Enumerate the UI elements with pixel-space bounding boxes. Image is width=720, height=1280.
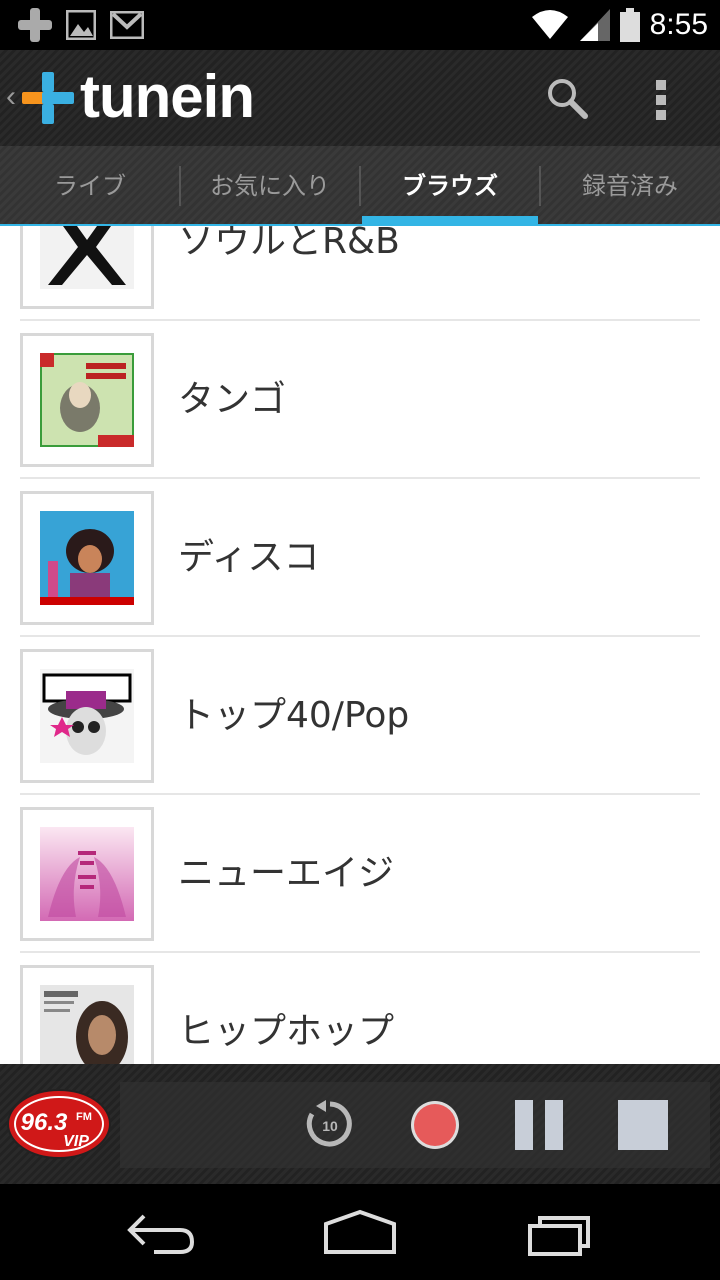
overflow-menu-icon[interactable] bbox=[650, 78, 674, 122]
disco-diva-art bbox=[40, 511, 134, 605]
pause-button[interactable] bbox=[515, 1100, 563, 1150]
status-bar: 8:55 bbox=[0, 0, 720, 50]
list-item[interactable]: ディスコ bbox=[20, 479, 700, 637]
search-icon[interactable] bbox=[545, 76, 589, 120]
back-icon[interactable] bbox=[124, 1206, 196, 1258]
tab-browse[interactable]: ブラウズ bbox=[360, 146, 540, 224]
station-logo[interactable]: 96.3 FM VIP bbox=[6, 1088, 112, 1160]
list-item[interactable]: ヒップホップ bbox=[20, 953, 700, 1064]
genre-list: ソウルとR&B タンゴ ディスコ トップ40/Pop ニューエイジ ヒップホップ bbox=[0, 226, 720, 1064]
notification-icon bbox=[18, 8, 52, 42]
station-frequency: 96.3 bbox=[21, 1109, 68, 1136]
station-band: FM bbox=[76, 1111, 92, 1123]
tab-recordings[interactable]: 録音済み bbox=[540, 146, 720, 224]
tab-live[interactable]: ライブ bbox=[0, 146, 180, 224]
album-thumbnail bbox=[20, 807, 154, 941]
genre-label: ソウルとR&B bbox=[178, 226, 400, 262]
genre-label: ディスコ bbox=[178, 537, 320, 578]
wifi-icon bbox=[531, 10, 568, 39]
signal-icon bbox=[579, 9, 610, 41]
battery-icon bbox=[619, 8, 640, 42]
wao-art bbox=[40, 669, 134, 763]
vestrze-art bbox=[40, 226, 134, 289]
gmail-icon bbox=[110, 11, 144, 39]
beyonce-art bbox=[40, 985, 134, 1064]
app-logo-text: tunein bbox=[80, 63, 255, 130]
now-playing-bar: 96.3 FM VIP 10 bbox=[0, 1064, 720, 1184]
tab-favorites[interactable]: お気に入り bbox=[180, 146, 360, 224]
list-item[interactable]: ソウルとR&B bbox=[20, 226, 700, 321]
album-thumbnail bbox=[20, 649, 154, 783]
rewind-10-button[interactable]: 10 bbox=[306, 1100, 354, 1148]
recent-apps-icon[interactable] bbox=[526, 1206, 598, 1258]
station-vip: VIP bbox=[63, 1133, 89, 1150]
genre-label: ニューエイジ bbox=[178, 853, 395, 894]
system-nav-bar bbox=[0, 1184, 720, 1280]
image-icon bbox=[66, 10, 96, 40]
album-thumbnail bbox=[20, 333, 154, 467]
genre-label: トップ40/Pop bbox=[178, 695, 410, 736]
list-item[interactable]: ニューエイジ bbox=[20, 795, 700, 953]
home-icon[interactable] bbox=[322, 1206, 398, 1258]
app-bar: ‹ tunein bbox=[0, 50, 720, 146]
reiki-art bbox=[40, 827, 134, 921]
de-angelis-art bbox=[40, 353, 134, 447]
genre-label: ヒップホップ bbox=[178, 1011, 395, 1052]
album-thumbnail bbox=[20, 491, 154, 625]
record-button[interactable] bbox=[410, 1100, 460, 1150]
stop-button[interactable] bbox=[618, 1100, 668, 1150]
rewind-seconds: 10 bbox=[322, 1118, 338, 1134]
tab-bar: ライブ お気に入り ブラウズ 録音済み bbox=[0, 146, 720, 226]
list-item[interactable]: タンゴ bbox=[20, 321, 700, 479]
status-time: 8:55 bbox=[649, 8, 708, 41]
up-caret-icon[interactable]: ‹ bbox=[6, 80, 16, 114]
album-thumbnail bbox=[20, 226, 154, 309]
genre-label: タンゴ bbox=[178, 379, 287, 420]
tunein-logo-icon[interactable] bbox=[22, 72, 74, 124]
album-thumbnail bbox=[20, 965, 154, 1064]
list-item[interactable]: トップ40/Pop bbox=[20, 637, 700, 795]
